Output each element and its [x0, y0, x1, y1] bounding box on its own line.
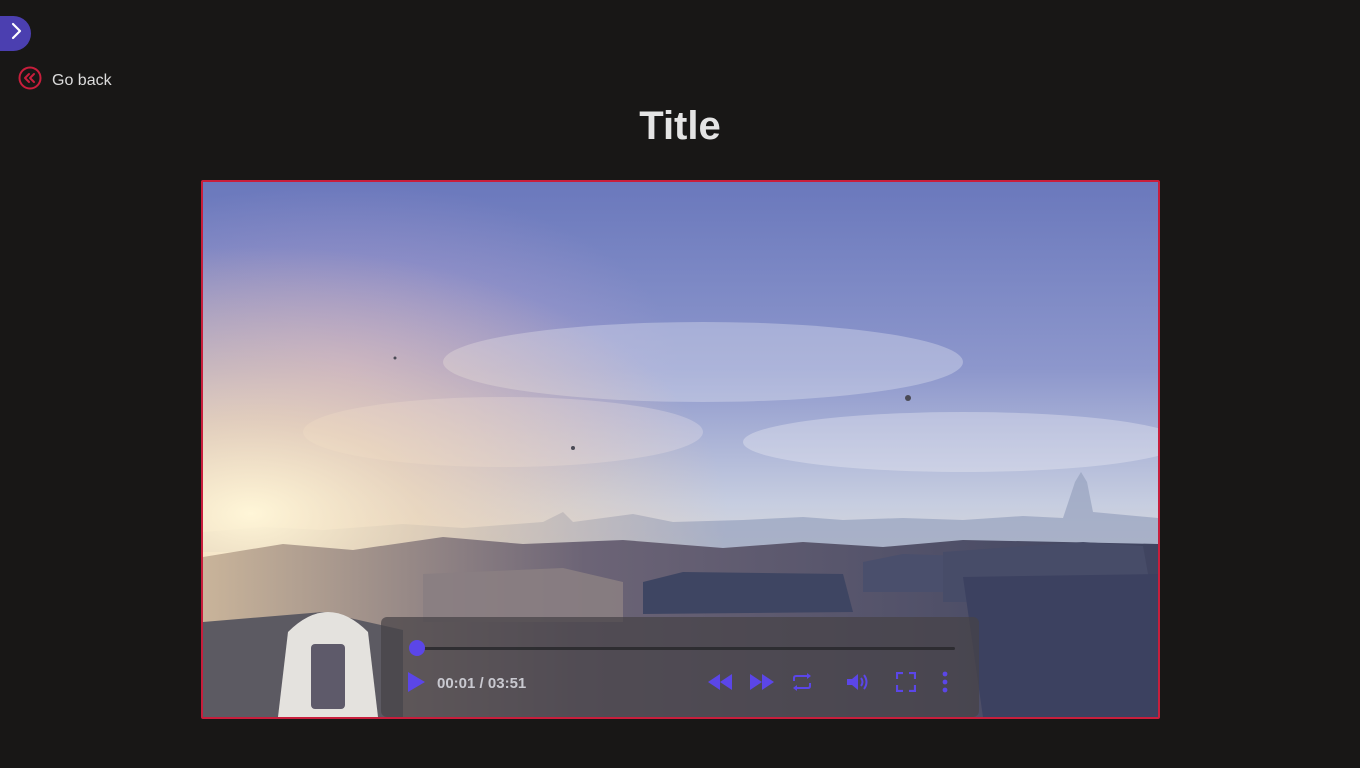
player-controls-bar: 00:01 / 03:51 [381, 617, 979, 717]
fullscreen-button[interactable] [893, 671, 919, 697]
rewind-button[interactable] [707, 672, 733, 696]
duration: 03:51 [487, 675, 527, 692]
time-display: 00:01 / 03:51 [437, 675, 526, 692]
time-separator: / [475, 675, 488, 692]
seek-bar[interactable] [409, 640, 955, 656]
play-button[interactable] [405, 671, 427, 697]
loop-button[interactable] [789, 672, 815, 696]
go-back-label: Go back [52, 71, 112, 89]
rewind-icon [708, 673, 732, 695]
fullscreen-icon [895, 671, 917, 697]
more-vertical-icon [942, 671, 948, 698]
fast-forward-button[interactable] [749, 672, 775, 696]
page-title: Title [639, 104, 721, 148]
fast-forward-icon [750, 673, 774, 695]
sidebar-toggle-button[interactable] [0, 16, 31, 51]
more-options-button[interactable] [937, 671, 953, 698]
volume-button[interactable] [845, 672, 871, 696]
play-icon [407, 671, 425, 697]
video-player[interactable]: 00:01 / 03:51 [201, 180, 1160, 719]
volume-icon [846, 672, 870, 697]
double-chevron-left-circle-icon [18, 66, 42, 95]
loop-icon [791, 672, 813, 696]
current-time: 00:01 [437, 675, 476, 692]
chevron-right-icon [9, 21, 23, 46]
go-back-link[interactable]: Go back [18, 66, 112, 95]
seek-handle[interactable] [409, 640, 426, 656]
